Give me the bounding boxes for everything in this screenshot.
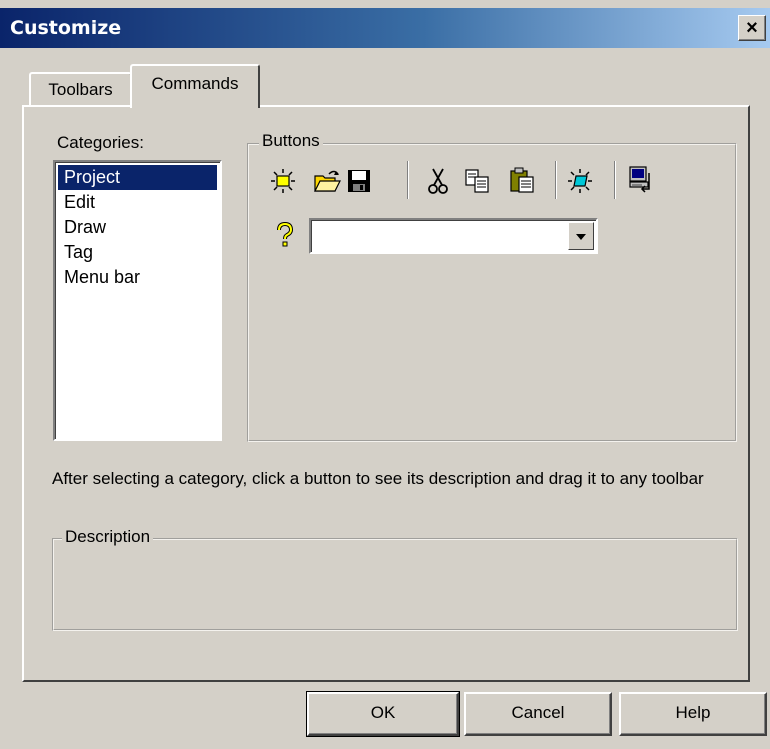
buttons-group-label: Buttons: [259, 131, 323, 151]
new-project-icon[interactable]: [269, 167, 297, 195]
command-combobox[interactable]: [309, 218, 598, 254]
close-button[interactable]: ×: [738, 15, 766, 41]
help-button[interactable]: Help: [619, 692, 767, 736]
new-screen-icon[interactable]: [566, 167, 594, 195]
window-title: Customize: [10, 17, 122, 39]
category-item-edit[interactable]: Edit: [58, 190, 217, 215]
description-group-label: Description: [62, 527, 154, 547]
description-groupbox: [52, 538, 738, 631]
dropdown-arrow-icon[interactable]: [568, 222, 594, 250]
paste-clipboard-icon[interactable]: [508, 166, 536, 194]
category-item-draw[interactable]: Draw: [58, 215, 217, 240]
cancel-button[interactable]: Cancel: [464, 692, 612, 736]
category-item-project[interactable]: Project: [58, 165, 217, 190]
computer-icon[interactable]: [627, 165, 655, 193]
categories-label: Categories:: [57, 133, 144, 152]
tab-commands[interactable]: Commands: [130, 64, 260, 108]
toolbar-separator: [555, 161, 557, 199]
cut-scissors-icon[interactable]: [424, 167, 452, 195]
category-item-tag[interactable]: Tag: [58, 240, 217, 265]
category-item-menu-bar[interactable]: Menu bar: [58, 265, 217, 290]
title-bar: Customize ×: [0, 8, 770, 48]
ok-button[interactable]: OK: [306, 691, 460, 737]
categories-list[interactable]: Project Edit Draw Tag Menu bar: [53, 160, 222, 441]
help-question-icon[interactable]: [271, 221, 299, 249]
save-disk-icon[interactable]: [345, 167, 373, 195]
open-folder-icon[interactable]: [313, 167, 341, 195]
toolbar-separator: [407, 161, 409, 199]
toolbar-separator: [614, 161, 616, 199]
hint-text: After selecting a category, click a butt…: [52, 469, 704, 488]
tab-toolbars[interactable]: Toolbars: [29, 72, 132, 106]
close-icon: ×: [746, 17, 758, 39]
copy-icon[interactable]: [463, 167, 491, 195]
